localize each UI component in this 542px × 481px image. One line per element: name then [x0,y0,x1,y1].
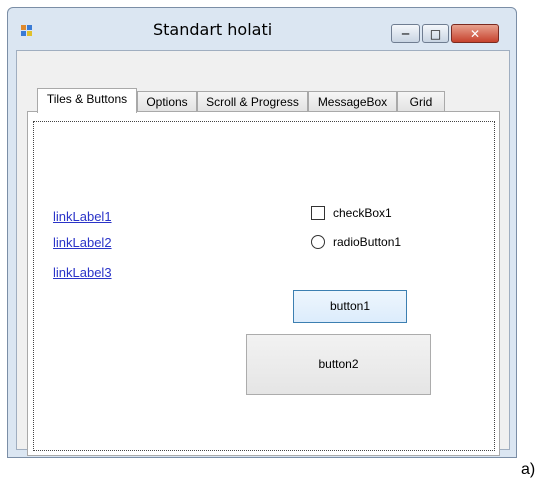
minimize-button[interactable]: ─ [391,24,420,43]
checkbox-1-label[interactable]: checkBox1 [333,206,392,220]
window-title: Standart holati [153,20,273,39]
button-1[interactable]: button1 [293,290,407,323]
button-2-label: button2 [318,357,359,371]
radio-button-1[interactable] [311,235,325,249]
figure-caption: a) [521,461,536,478]
tab-label: Grid [409,95,433,109]
checkbox-1[interactable] [311,206,325,220]
button-2[interactable]: button2 [246,334,431,395]
tab-label: Scroll & Progress [206,95,299,109]
tab-options[interactable]: Options [137,91,197,111]
tab-label: MessageBox [317,95,388,109]
link-label-2[interactable]: linkLabel2 [53,235,112,250]
close-icon: ✕ [469,27,481,41]
tab-grid[interactable]: Grid [397,91,445,111]
maximize-icon: □ [429,27,442,41]
title-bar[interactable]: Standart holati ─ □ ✕ [8,8,516,50]
focus-rectangle [33,121,495,451]
tab-label: Tiles & Buttons [46,92,128,106]
app-icon [21,25,33,37]
tab-label: Options [146,95,188,109]
tab-tiles-buttons[interactable]: Tiles & Buttons [37,88,137,113]
link-label-3[interactable]: linkLabel3 [53,265,112,280]
tab-page-tiles-buttons: linkLabel1 linkLabel2 linkLabel3 checkBo… [27,111,500,456]
link-label-1[interactable]: linkLabel1 [53,209,112,224]
radio-button-1-label[interactable]: radioButton1 [333,235,401,249]
tab-messagebox[interactable]: MessageBox [308,91,397,111]
minimize-icon: ─ [401,27,410,41]
tab-scroll-progress[interactable]: Scroll & Progress [197,91,308,111]
maximize-button[interactable]: □ [422,24,449,43]
button-1-label: button1 [329,299,371,313]
close-button[interactable]: ✕ [451,24,499,43]
